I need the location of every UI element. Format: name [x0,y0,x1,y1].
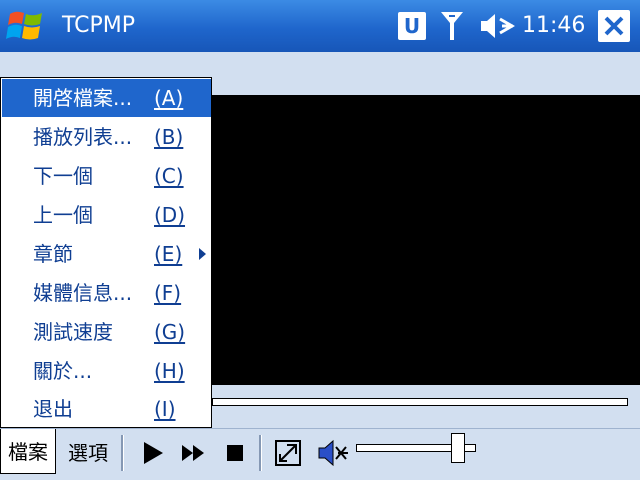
menu-item-next[interactable]: 下一個 (C) [2,157,211,195]
menu-item-media-info[interactable]: 媒體信息... (F) [2,274,211,312]
menu-item-label: 退出 [33,397,73,421]
video-area[interactable] [212,95,640,385]
toolbar-separator [121,435,124,471]
menu-item-exit[interactable]: 退出 (I) [2,390,211,428]
menu-item-shortcut: (F) [154,281,182,305]
stop-button[interactable] [219,437,251,469]
menu-item-open-file[interactable]: 開啓檔案... (A) [2,79,211,117]
volume-button[interactable] [316,437,348,469]
menu-item-label: 章節 [33,242,73,266]
volume-icon [318,439,348,467]
title-bar: TCPMP U 11:46 [0,0,640,52]
menu-item-label: 關於... [33,359,93,383]
clock: 11:46 [522,13,586,38]
menu-item-label: 開啓檔案... [33,86,133,110]
windows-start-icon[interactable] [6,8,46,44]
seek-bar[interactable] [212,398,628,406]
play-icon [144,442,163,464]
menu-item-label: 播放列表... [33,125,133,149]
fullscreen-button[interactable] [272,437,304,469]
play-button[interactable] [137,437,169,469]
menu-item-label: 媒體信息... [33,281,133,305]
menu-item-shortcut: (G) [154,320,186,344]
menu-item-shortcut: (C) [154,164,184,188]
fast-forward-icon [182,445,204,461]
menu-item-label: 測試速度 [33,320,113,344]
fast-forward-button[interactable] [177,437,209,469]
file-menu-button[interactable]: 檔案 [0,429,56,474]
menu-item-label: 上一個 [33,203,93,227]
menu-item-shortcut: (E) [154,242,183,266]
menu-item-shortcut: (A) [154,86,184,110]
menu-item-label: 下一個 [33,164,93,188]
menu-item-about[interactable]: 關於... (H) [2,352,211,390]
menu-item-shortcut: (D) [154,203,186,227]
menu-item-chapters[interactable]: 章節 (E) [2,235,211,273]
close-icon [604,16,624,36]
bottom-toolbar: 檔案 選項 [0,428,640,480]
volume-slider-thumb[interactable] [451,433,465,463]
u-status-badge[interactable]: U [398,12,426,40]
options-menu-button[interactable]: 選項 [58,429,118,477]
app-title: TCPMP [62,13,136,38]
menu-item-shortcut: (B) [154,125,184,149]
menu-item-benchmark[interactable]: 測試速度 (G) [2,313,211,351]
file-menu: 開啓檔案... (A) 播放列表... (B) 下一個 (C) 上一個 (D) … [0,77,212,428]
submenu-arrow-icon [199,248,206,260]
menu-item-shortcut: (I) [154,397,176,421]
antenna-signal-icon[interactable] [438,9,466,43]
menu-item-playlist[interactable]: 播放列表... (B) [2,118,211,156]
fullscreen-icon [275,440,301,466]
menu-item-shortcut: (H) [154,359,185,383]
menu-item-previous[interactable]: 上一個 (D) [2,196,211,234]
speaker-icon[interactable] [478,11,516,41]
stop-icon [227,445,243,461]
toolbar-separator [259,435,262,471]
close-button[interactable] [598,10,630,42]
